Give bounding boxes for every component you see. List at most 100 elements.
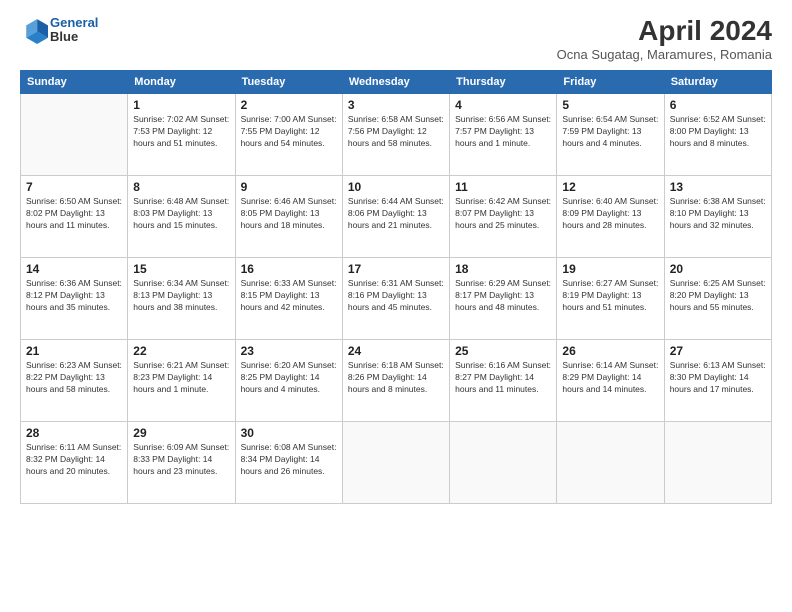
day-number: 9 [241,180,337,194]
day-number: 18 [455,262,551,276]
day-number: 20 [670,262,766,276]
calendar-cell [342,421,449,503]
day-number: 13 [670,180,766,194]
calendar-cell: 17 Sunrise: 6:31 AM Sunset: 8:16 PM Dayli… [342,257,449,339]
calendar-cell: 25 Sunrise: 6:16 AM Sunset: 8:27 PM Dayli… [450,339,557,421]
day-info: Sunrise: 6:44 AM Sunset: 8:06 PM Dayligh… [348,196,444,232]
day-number: 12 [562,180,658,194]
day-number: 8 [133,180,229,194]
logo-icon [20,16,48,44]
calendar-cell: 10Sunrise: 6:44 AM Sunset: 8:06 PM Dayli… [342,175,449,257]
calendar-cell: 29Sunrise: 6:09 AM Sunset: 8:33 PM Dayli… [128,421,235,503]
calendar-cell: 2 Sunrise: 7:00 AM Sunset: 7:55 PM Daylig… [235,93,342,175]
calendar-cell: 16Sunrise: 6:33 AM Sunset: 8:15 PM Dayli… [235,257,342,339]
logo: General Blue [20,16,98,45]
calendar-cell: 3 Sunrise: 6:58 AM Sunset: 7:56 PM Daylig… [342,93,449,175]
day-info: Sunrise: 6:25 AM Sunset: 8:20 PM Dayligh… [670,278,766,314]
day-info: Sunrise: 6:38 AM Sunset: 8:10 PM Dayligh… [670,196,766,232]
day-info: Sunrise: 6:09 AM Sunset: 8:33 PM Dayligh… [133,442,229,478]
calendar-cell: 19Sunrise: 6:27 AM Sunset: 8:19 PM Dayli… [557,257,664,339]
day-number: 25 [455,344,551,358]
calendar-cell: 24 Sunrise: 6:18 AM Sunset: 8:26 PM Dayli… [342,339,449,421]
calendar-cell: 27 Sunrise: 6:13 AM Sunset: 8:30 PM Dayli… [664,339,771,421]
calendar-cell: 20 Sunrise: 6:25 AM Sunset: 8:20 PM Dayli… [664,257,771,339]
logo-line1: General [50,15,98,30]
day-info: Sunrise: 6:11 AM Sunset: 8:32 PM Dayligh… [26,442,122,478]
calendar-cell [557,421,664,503]
day-info: Sunrise: 6:42 AM Sunset: 8:07 PM Dayligh… [455,196,551,232]
header-monday: Monday [128,70,235,93]
header-tuesday: Tuesday [235,70,342,93]
day-number: 1 [133,98,229,112]
day-info: Sunrise: 6:36 AM Sunset: 8:12 PM Dayligh… [26,278,122,314]
header-sunday: Sunday [21,70,128,93]
calendar-cell: 4 Sunrise: 6:56 AM Sunset: 7:57 PM Daylig… [450,93,557,175]
day-info: Sunrise: 6:08 AM Sunset: 8:34 PM Dayligh… [241,442,337,478]
day-number: 23 [241,344,337,358]
day-info: Sunrise: 6:13 AM Sunset: 8:30 PM Dayligh… [670,360,766,396]
day-number: 17 [348,262,444,276]
header-friday: Friday [557,70,664,93]
calendar-cell: 13 Sunrise: 6:38 AM Sunset: 8:10 PM Dayli… [664,175,771,257]
day-info: Sunrise: 6:14 AM Sunset: 8:29 PM Dayligh… [562,360,658,396]
day-number: 24 [348,344,444,358]
day-number: 6 [670,98,766,112]
calendar-cell: 23 Sunrise: 6:20 AM Sunset: 8:25 PM Dayli… [235,339,342,421]
day-number: 27 [670,344,766,358]
calendar-cell [21,93,128,175]
day-info: Sunrise: 6:29 AM Sunset: 8:17 PM Dayligh… [455,278,551,314]
calendar-cell: 14Sunrise: 6:36 AM Sunset: 8:12 PM Dayli… [21,257,128,339]
logo-line2: Blue [50,30,98,44]
day-info: Sunrise: 6:54 AM Sunset: 7:59 PM Dayligh… [562,114,658,150]
day-number: 5 [562,98,658,112]
day-number: 16 [241,262,337,276]
header-wednesday: Wednesday [342,70,449,93]
day-info: Sunrise: 6:50 AM Sunset: 8:02 PM Dayligh… [26,196,122,232]
day-number: 7 [26,180,122,194]
calendar-cell: 18 Sunrise: 6:29 AM Sunset: 8:17 PM Dayli… [450,257,557,339]
day-number: 30 [241,426,337,440]
calendar-cell: 6Sunrise: 6:52 AM Sunset: 8:00 PM Daylig… [664,93,771,175]
day-info: Sunrise: 6:58 AM Sunset: 7:56 PM Dayligh… [348,114,444,150]
day-info: Sunrise: 6:16 AM Sunset: 8:27 PM Dayligh… [455,360,551,396]
day-number: 21 [26,344,122,358]
day-info: Sunrise: 6:20 AM Sunset: 8:25 PM Dayligh… [241,360,337,396]
header-thursday: Thursday [450,70,557,93]
header-saturday: Saturday [664,70,771,93]
weekday-header-row: Sunday Monday Tuesday Wednesday Thursday… [21,70,772,93]
calendar-cell: 28 Sunrise: 6:11 AM Sunset: 8:32 PM Dayli… [21,421,128,503]
calendar-cell: 22 Sunrise: 6:21 AM Sunset: 8:23 PM Dayli… [128,339,235,421]
day-info: Sunrise: 6:34 AM Sunset: 8:13 PM Dayligh… [133,278,229,314]
day-number: 3 [348,98,444,112]
day-info: Sunrise: 6:56 AM Sunset: 7:57 PM Dayligh… [455,114,551,150]
day-info: Sunrise: 6:46 AM Sunset: 8:05 PM Dayligh… [241,196,337,232]
day-number: 15 [133,262,229,276]
calendar-cell: 15 Sunrise: 6:34 AM Sunset: 8:13 PM Dayli… [128,257,235,339]
day-info: Sunrise: 7:02 AM Sunset: 7:53 PM Dayligh… [133,114,229,150]
page-header: General Blue April 2024 Ocna Sugatag, Ma… [20,16,772,62]
calendar-cell: 5 Sunrise: 6:54 AM Sunset: 7:59 PM Daylig… [557,93,664,175]
calendar-cell [664,421,771,503]
calendar-cell: 7 Sunrise: 6:50 AM Sunset: 8:02 PM Daylig… [21,175,128,257]
calendar-page: General Blue April 2024 Ocna Sugatag, Ma… [0,0,792,612]
calendar-cell: 9 Sunrise: 6:46 AM Sunset: 8:05 PM Daylig… [235,175,342,257]
calendar-cell: 21Sunrise: 6:23 AM Sunset: 8:22 PM Dayli… [21,339,128,421]
day-number: 2 [241,98,337,112]
calendar-cell: 30 Sunrise: 6:08 AM Sunset: 8:34 PM Dayli… [235,421,342,503]
day-number: 28 [26,426,122,440]
day-number: 4 [455,98,551,112]
location-subtitle: Ocna Sugatag, Maramures, Romania [557,47,772,62]
calendar-cell: 11 Sunrise: 6:42 AM Sunset: 8:07 PM Dayli… [450,175,557,257]
calendar-cell [450,421,557,503]
calendar-cell: 26Sunrise: 6:14 AM Sunset: 8:29 PM Dayli… [557,339,664,421]
day-info: Sunrise: 7:00 AM Sunset: 7:55 PM Dayligh… [241,114,337,150]
day-info: Sunrise: 6:31 AM Sunset: 8:16 PM Dayligh… [348,278,444,314]
day-info: Sunrise: 6:21 AM Sunset: 8:23 PM Dayligh… [133,360,229,396]
day-info: Sunrise: 6:40 AM Sunset: 8:09 PM Dayligh… [562,196,658,232]
day-number: 11 [455,180,551,194]
day-info: Sunrise: 6:18 AM Sunset: 8:26 PM Dayligh… [348,360,444,396]
month-title: April 2024 [557,16,772,47]
day-number: 22 [133,344,229,358]
calendar-table: Sunday Monday Tuesday Wednesday Thursday… [20,70,772,504]
title-block: April 2024 Ocna Sugatag, Maramures, Roma… [557,16,772,62]
